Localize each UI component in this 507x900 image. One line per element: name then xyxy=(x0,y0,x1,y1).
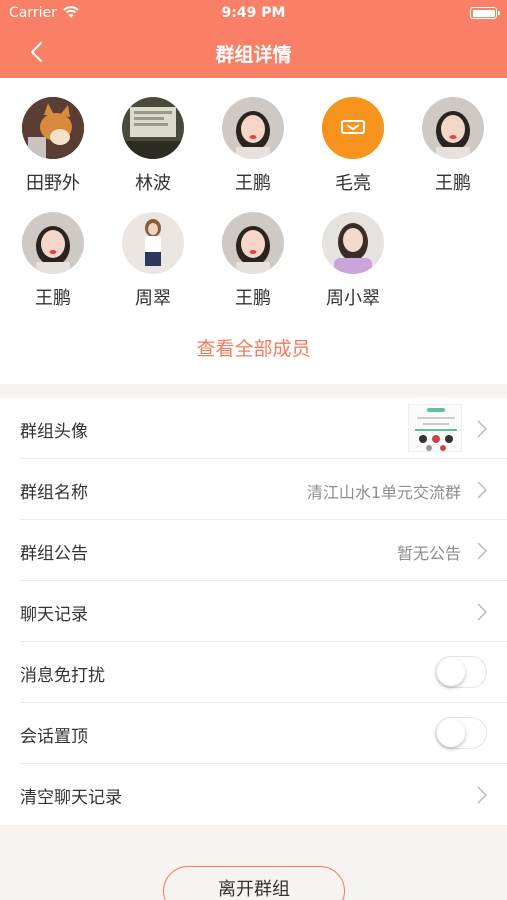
avatar-monitor xyxy=(122,97,184,159)
avatar-girl xyxy=(222,212,284,274)
member-name: 王鹏 xyxy=(235,173,271,194)
row-group-name[interactable]: 群组名称 清江山水1单元交流群 xyxy=(20,459,507,520)
row-chat-history[interactable]: 聊天记录 xyxy=(20,581,507,642)
row-clear-history[interactable]: 清空聊天记录 xyxy=(20,764,507,825)
avatar-woman xyxy=(122,212,184,274)
avatar-girl xyxy=(22,212,84,274)
row-announcement[interactable]: 群组公告 暂无公告 xyxy=(20,520,507,581)
member-name: 田野外 xyxy=(26,173,80,194)
row-pin: 会话置顶 xyxy=(20,703,507,764)
clear-history-label: 清空聊天记录 xyxy=(20,788,122,808)
member-name: 周翠 xyxy=(135,288,171,309)
toggle-knob xyxy=(437,658,465,686)
member-item[interactable]: 林波 xyxy=(103,97,203,195)
member-name: 王鹏 xyxy=(35,288,71,309)
member-item[interactable]: 田野外 xyxy=(3,97,103,195)
avatar-girl xyxy=(222,97,284,159)
avatar-dog xyxy=(22,97,84,159)
settings-list: 群组头像 群组名称 清江山水1单元交流群 群组公告 暂无公告 聊天记录 消息免打… xyxy=(0,398,507,825)
member-name: 林波 xyxy=(135,173,171,194)
member-item[interactable]: 毛亮 xyxy=(303,97,403,195)
mute-toggle[interactable] xyxy=(435,656,487,688)
avatar-girl-purple xyxy=(322,212,384,274)
battery-icon xyxy=(470,7,500,19)
nav-bar: 群组详情 xyxy=(0,28,507,78)
clock: 9:49 PM xyxy=(221,5,286,21)
members-grid: 田野外 林波 王鹏 毛亮 王鹏 王鹏 周翠 王鹏 周小翠 查看全部成员 xyxy=(0,78,507,384)
member-item[interactable]: 王鹏 xyxy=(203,212,303,310)
avatar-girl xyxy=(422,97,484,159)
announcement-value: 暂无公告 xyxy=(396,544,461,563)
view-all-members-link[interactable]: 查看全部成员 xyxy=(0,334,507,361)
group-avatar-thumbnail xyxy=(408,404,462,452)
group-avatar-label: 群组头像 xyxy=(20,422,88,442)
member-item[interactable]: 王鹏 xyxy=(203,97,303,195)
page-title: 群组详情 xyxy=(215,44,292,66)
member-name: 王鹏 xyxy=(435,173,471,194)
chevron-right-icon xyxy=(477,420,487,438)
row-group-avatar[interactable]: 群组头像 xyxy=(20,398,507,459)
group-name-label: 群组名称 xyxy=(20,483,88,503)
pin-toggle[interactable] xyxy=(435,717,487,749)
member-name: 毛亮 xyxy=(335,173,371,194)
status-bar: Carrier 9:49 PM xyxy=(0,0,507,28)
row-mute: 消息免打扰 xyxy=(20,642,507,703)
chevron-right-icon xyxy=(477,481,487,499)
pin-label: 会话置顶 xyxy=(20,727,88,747)
chevron-right-icon xyxy=(477,786,487,804)
member-item[interactable]: 王鹏 xyxy=(3,212,103,310)
member-item[interactable]: 周小翠 xyxy=(303,212,403,310)
member-name: 周小翠 xyxy=(326,288,380,309)
member-item[interactable]: 周翠 xyxy=(103,212,203,310)
mute-label: 消息免打扰 xyxy=(20,666,105,686)
avatar-logo xyxy=(322,97,384,159)
toggle-knob xyxy=(437,719,465,747)
chevron-right-icon xyxy=(477,603,487,621)
member-name: 王鹏 xyxy=(235,288,271,309)
member-item[interactable]: 王鹏 xyxy=(403,97,503,195)
leave-group-button[interactable]: 离开群组 xyxy=(163,866,345,900)
group-name-value: 清江山水1单元交流群 xyxy=(306,483,461,502)
chat-history-label: 聊天记录 xyxy=(20,605,88,625)
announcement-label: 群组公告 xyxy=(20,544,88,564)
chevron-right-icon xyxy=(477,542,487,560)
